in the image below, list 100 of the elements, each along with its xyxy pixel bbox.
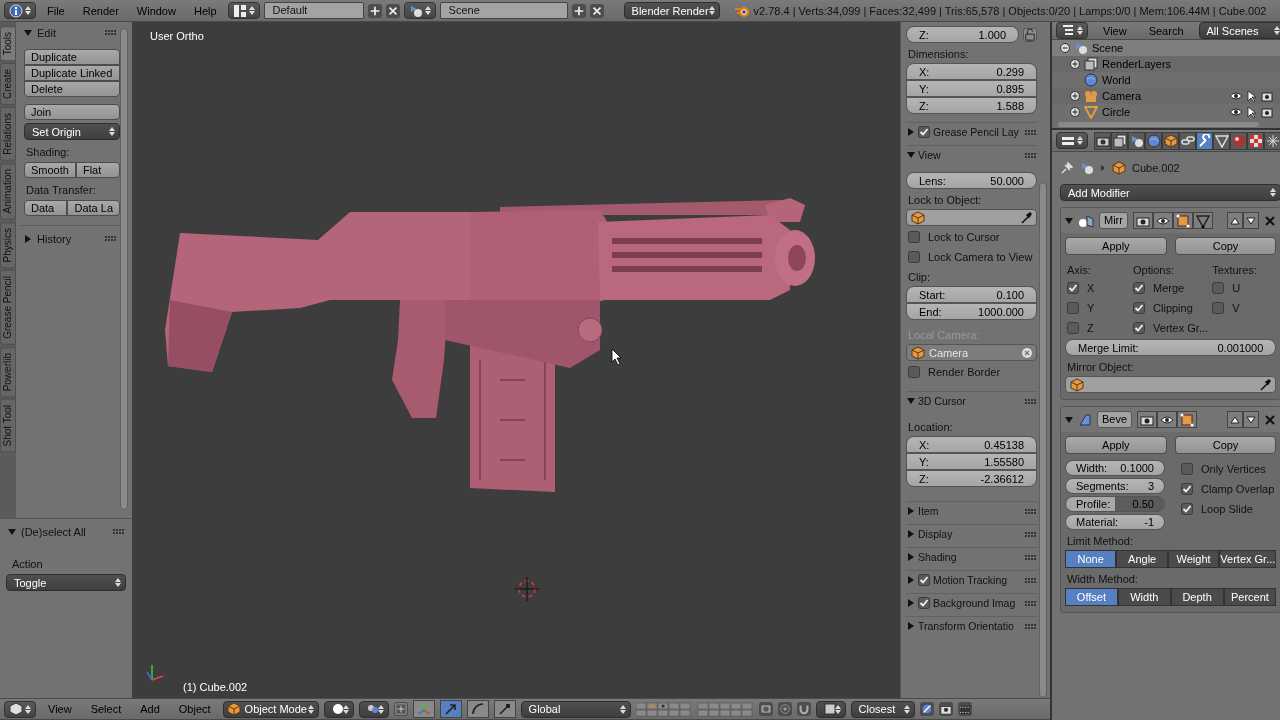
outliner-row[interactable]: RenderLayers bbox=[1052, 56, 1280, 72]
disclosure-triangle-icon[interactable] bbox=[907, 397, 915, 405]
panel-header[interactable]: (De)select All bbox=[4, 523, 128, 540]
modifier-name-field[interactable]: Mirr bbox=[1099, 212, 1128, 229]
eye-icon[interactable] bbox=[1229, 107, 1244, 117]
properties-tab[interactable] bbox=[1230, 131, 1247, 150]
panel-header[interactable]: View bbox=[906, 145, 1037, 164]
radio-button[interactable]: Offset bbox=[1065, 588, 1118, 606]
plus-icon[interactable] bbox=[367, 3, 382, 18]
button[interactable]: Data bbox=[24, 200, 68, 216]
panel-header[interactable]: 3D Cursor bbox=[906, 391, 1037, 410]
number-field[interactable]: Y: 1.55580 bbox=[906, 453, 1037, 470]
number-field[interactable]: Z: -2.36612 bbox=[906, 470, 1037, 487]
panel-header[interactable]: Display bbox=[906, 524, 1037, 543]
menu-item[interactable]: Select bbox=[83, 703, 129, 715]
number-field[interactable]: End: 1000.000 bbox=[906, 303, 1037, 320]
eye-icon[interactable] bbox=[1229, 91, 1244, 101]
grip-icon[interactable] bbox=[105, 236, 116, 241]
manipulator-button[interactable] bbox=[439, 700, 462, 718]
pointer-icon[interactable] bbox=[1247, 106, 1258, 118]
radio-button[interactable]: None bbox=[1065, 550, 1117, 568]
menu-item[interactable]: Search bbox=[1141, 24, 1191, 37]
radio-button[interactable]: Percent bbox=[1223, 588, 1277, 606]
radio-button[interactable]: Angle bbox=[1116, 550, 1168, 568]
radio-button[interactable]: Width bbox=[1117, 588, 1171, 606]
grip-icon[interactable] bbox=[105, 30, 116, 35]
disclosure-triangle-icon[interactable] bbox=[907, 530, 915, 538]
button[interactable]: Smooth bbox=[24, 162, 76, 178]
move-down-button[interactable] bbox=[1243, 212, 1260, 229]
checkbox[interactable] bbox=[918, 597, 930, 609]
close-icon[interactable] bbox=[589, 3, 604, 18]
expand-icon[interactable] bbox=[1070, 91, 1080, 101]
checkbox[interactable] bbox=[1067, 282, 1079, 294]
radio-button[interactable]: Weight bbox=[1167, 550, 1220, 568]
grip-icon[interactable] bbox=[1025, 554, 1036, 560]
properties-tab[interactable] bbox=[1264, 131, 1280, 150]
checkbox[interactable] bbox=[918, 126, 930, 138]
manipulator-button[interactable] bbox=[466, 700, 489, 718]
button[interactable]: Flat bbox=[75, 162, 120, 178]
checkbox[interactable] bbox=[908, 251, 920, 263]
grip-icon[interactable] bbox=[1025, 531, 1036, 537]
move-up-button[interactable] bbox=[1227, 411, 1244, 428]
menu-item[interactable]: Help bbox=[186, 4, 224, 17]
menu-item[interactable]: View bbox=[41, 703, 79, 715]
number-field[interactable]: X: 0.299 bbox=[906, 63, 1037, 80]
disclosure-triangle-icon[interactable] bbox=[1065, 415, 1073, 424]
number-field[interactable]: Z: 1.588 bbox=[906, 97, 1037, 114]
checkbox[interactable] bbox=[918, 574, 930, 586]
panel-header[interactable]: Motion Tracking bbox=[906, 570, 1037, 589]
panel-header[interactable]: Transform Orientatio bbox=[906, 616, 1037, 635]
align-rotation-icon[interactable] bbox=[919, 702, 934, 716]
collapse-icon[interactable] bbox=[1060, 43, 1070, 53]
plus-icon[interactable] bbox=[571, 3, 586, 18]
move-down-button[interactable] bbox=[1243, 411, 1260, 428]
button[interactable]: Duplicate bbox=[24, 49, 120, 65]
toggle-button[interactable] bbox=[1137, 411, 1158, 428]
menu-item[interactable]: Add bbox=[133, 703, 167, 715]
panel-header[interactable]: Edit bbox=[20, 24, 120, 41]
orientation-dropdown[interactable]: Global bbox=[520, 700, 631, 718]
disclosure-triangle-icon[interactable] bbox=[907, 553, 915, 561]
number-field[interactable]: Segments: 3 bbox=[1065, 478, 1165, 494]
render-icon[interactable] bbox=[938, 702, 953, 716]
toggle-button[interactable] bbox=[1157, 411, 1178, 428]
mode-dropdown[interactable]: Object Mode bbox=[222, 700, 319, 718]
set-origin-dropdown[interactable]: Set Origin bbox=[24, 123, 120, 140]
panel-header[interactable]: Background Imag bbox=[906, 593, 1037, 612]
move-view-icon[interactable] bbox=[393, 702, 408, 716]
lock-camera-icon[interactable] bbox=[758, 702, 773, 716]
checkbox[interactable] bbox=[1181, 463, 1193, 475]
snap-element-dropdown[interactable] bbox=[815, 700, 846, 718]
number-field[interactable]: Lens: 50.000 bbox=[906, 172, 1037, 189]
outliner-row[interactable]: Scene bbox=[1052, 40, 1280, 56]
checkbox[interactable] bbox=[1133, 322, 1146, 334]
filter-dropdown[interactable]: All Scenes bbox=[1198, 22, 1280, 39]
grip-icon[interactable] bbox=[1025, 600, 1036, 606]
checkbox[interactable] bbox=[908, 366, 920, 378]
radio-button[interactable]: Vertex Gr... bbox=[1219, 550, 1277, 568]
disclosure-triangle-icon[interactable] bbox=[907, 622, 915, 630]
grip-icon[interactable] bbox=[1025, 508, 1036, 514]
panel-header[interactable]: Shading bbox=[906, 547, 1037, 566]
checkbox[interactable] bbox=[1133, 282, 1146, 294]
panel-header[interactable]: History bbox=[20, 230, 120, 247]
number-field[interactable]: Start: 0.100 bbox=[906, 286, 1037, 303]
object-field[interactable] bbox=[906, 209, 1037, 226]
menu-item[interactable]: Render bbox=[75, 4, 126, 17]
grip-icon[interactable] bbox=[1025, 577, 1036, 583]
eyedropper-icon[interactable] bbox=[1020, 211, 1032, 224]
disclosure-triangle-icon[interactable] bbox=[907, 576, 915, 584]
slider[interactable]: Profile: 0.50 bbox=[1065, 496, 1165, 512]
checkbox[interactable] bbox=[1133, 302, 1146, 314]
button[interactable]: Delete bbox=[24, 81, 120, 97]
number-field[interactable]: X: 0.45138 bbox=[906, 436, 1037, 453]
copy-button[interactable]: Copy bbox=[1174, 436, 1277, 454]
move-up-button[interactable] bbox=[1227, 212, 1244, 229]
editor-type-button[interactable] bbox=[1056, 22, 1088, 39]
checkbox[interactable] bbox=[908, 231, 920, 243]
expand-icon[interactable] bbox=[1070, 59, 1080, 69]
button[interactable]: Data La bbox=[67, 200, 120, 216]
layout-name-field[interactable]: Default bbox=[263, 2, 364, 19]
checkbox[interactable] bbox=[1212, 302, 1225, 314]
